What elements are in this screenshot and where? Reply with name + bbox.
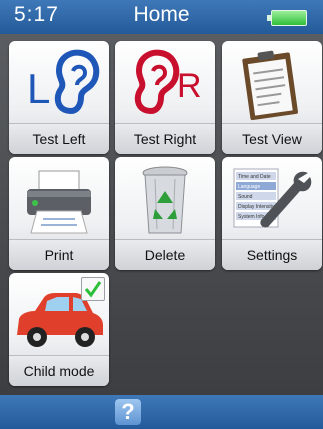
svg-text:L: L [27,65,50,112]
child-mode-button[interactable]: Child mode [9,273,109,386]
delete-button[interactable]: Delete [115,157,215,270]
status-bar: 5:17 Home [0,0,323,34]
checkmark-icon [84,281,102,298]
child-mode-checkbox[interactable] [81,277,105,301]
test-right-label: Test Right [115,123,215,154]
settings-preview-1: Language [238,184,260,190]
test-left-button[interactable]: L Test Left [9,41,109,154]
printer-icon [27,170,91,234]
wrench-icon: Time and Date Language Sound Display Int… [233,168,312,228]
left-ear-icon: L [27,49,100,115]
delete-label: Delete [115,239,215,270]
settings-label: Settings [222,239,322,270]
clipboard-icon [242,50,298,121]
svg-text:R: R [177,67,202,105]
test-left-label: Test Left [9,123,109,154]
settings-preview-2: Sound [238,194,253,200]
settings-preview-0: Time and Date [238,174,271,180]
child-mode-label: Child mode [9,355,109,386]
right-ear-icon: R [134,49,202,115]
test-view-label: Test View [222,123,322,154]
home-grid: L Test Left R Test Right Test View Print… [0,34,323,395]
settings-button[interactable]: Time and Date Language Sound Display Int… [222,157,322,270]
settings-preview-3: Display Intensity [238,204,275,210]
settings-preview-4: System Info [238,214,265,220]
recycle-bin-icon [142,166,188,234]
help-button[interactable]: ? [115,399,141,425]
battery-full-icon [267,10,307,26]
print-label: Print [9,239,109,270]
test-right-button[interactable]: R Test Right [115,41,215,154]
test-view-button[interactable]: Test View [222,41,322,154]
footer-bar: ? [0,395,323,429]
print-button[interactable]: Print [9,157,109,270]
